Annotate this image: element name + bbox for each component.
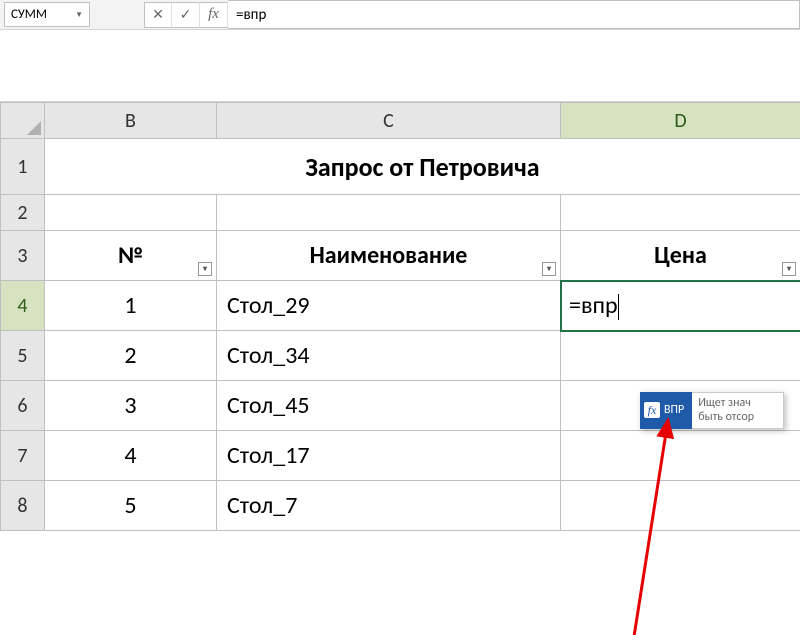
cell-C4[interactable]: Стол_29 bbox=[217, 281, 561, 331]
cell-B7[interactable]: 4 bbox=[45, 431, 217, 481]
name-box-value: СУММ bbox=[11, 7, 47, 22]
cell-B4[interactable]: 1 bbox=[45, 281, 217, 331]
title-cell[interactable]: Запрос от Петровича bbox=[45, 139, 800, 195]
row-header-2[interactable]: 2 bbox=[1, 195, 45, 231]
formula-bar: СУММ ▼ ✕ ✓ fx =впр bbox=[0, 0, 800, 30]
select-all-corner[interactable] bbox=[1, 103, 45, 139]
row-header-5[interactable]: 5 bbox=[1, 331, 45, 381]
cell-B5[interactable]: 2 bbox=[45, 331, 217, 381]
header-name[interactable]: Наименование ▾ bbox=[217, 231, 561, 281]
spreadsheet-grid[interactable]: B C D 1 Запрос от Петровича 2 3 № ▾ Наим… bbox=[0, 102, 800, 531]
x-icon: ✕ bbox=[152, 6, 164, 23]
cell-D4-active[interactable]: =впр bbox=[561, 281, 800, 331]
cell-B2[interactable] bbox=[45, 195, 217, 231]
dropdown-icon[interactable]: ▼ bbox=[75, 10, 83, 20]
cell-D5[interactable] bbox=[561, 331, 800, 381]
cell-C8[interactable]: Стол_7 bbox=[217, 481, 561, 531]
cell-B8[interactable]: 5 bbox=[45, 481, 217, 531]
enter-button[interactable]: ✓ bbox=[172, 2, 200, 28]
autocomplete-function-name: ВПР bbox=[664, 403, 684, 417]
filter-icon[interactable]: ▾ bbox=[782, 262, 796, 276]
cell-D2[interactable] bbox=[561, 195, 800, 231]
row-header-7[interactable]: 7 bbox=[1, 431, 45, 481]
cell-B6[interactable]: 3 bbox=[45, 381, 217, 431]
cell-C6[interactable]: Стол_45 bbox=[217, 381, 561, 431]
fx-icon: fx bbox=[208, 6, 219, 23]
formula-text: =впр bbox=[236, 6, 266, 24]
insert-function-button[interactable]: fx bbox=[200, 2, 228, 28]
row-header-8[interactable]: 8 bbox=[1, 481, 45, 531]
cancel-button[interactable]: ✕ bbox=[144, 2, 172, 28]
cell-D8[interactable] bbox=[561, 481, 800, 531]
col-header-B[interactable]: B bbox=[45, 103, 217, 139]
formula-input[interactable]: =впр bbox=[228, 0, 800, 29]
cell-C5[interactable]: Стол_34 bbox=[217, 331, 561, 381]
function-autocomplete[interactable]: fx ВПР Ищет знач быть отсор bbox=[640, 392, 784, 429]
cell-C7[interactable]: Стол_17 bbox=[217, 431, 561, 481]
col-header-D[interactable]: D bbox=[561, 103, 800, 139]
filter-icon[interactable]: ▾ bbox=[542, 262, 556, 276]
row-header-1[interactable]: 1 bbox=[1, 139, 45, 195]
row-header-6[interactable]: 6 bbox=[1, 381, 45, 431]
name-box[interactable]: СУММ ▼ bbox=[4, 2, 90, 27]
text-cursor bbox=[618, 294, 619, 320]
autocomplete-hint: Ищет знач быть отсор bbox=[692, 392, 784, 429]
filter-icon[interactable]: ▾ bbox=[198, 262, 212, 276]
fx-icon: fx bbox=[644, 402, 660, 418]
cell-C2[interactable] bbox=[217, 195, 561, 231]
cell-D7[interactable] bbox=[561, 431, 800, 481]
header-num[interactable]: № ▾ bbox=[45, 231, 217, 281]
autocomplete-item[interactable]: fx ВПР bbox=[640, 392, 692, 429]
row-header-4[interactable]: 4 bbox=[1, 281, 45, 331]
check-icon: ✓ bbox=[180, 6, 192, 23]
header-price[interactable]: Цена ▾ bbox=[561, 231, 800, 281]
col-header-C[interactable]: C bbox=[217, 103, 561, 139]
formula-bar-expanded-area bbox=[0, 30, 800, 102]
row-header-3[interactable]: 3 bbox=[1, 231, 45, 281]
